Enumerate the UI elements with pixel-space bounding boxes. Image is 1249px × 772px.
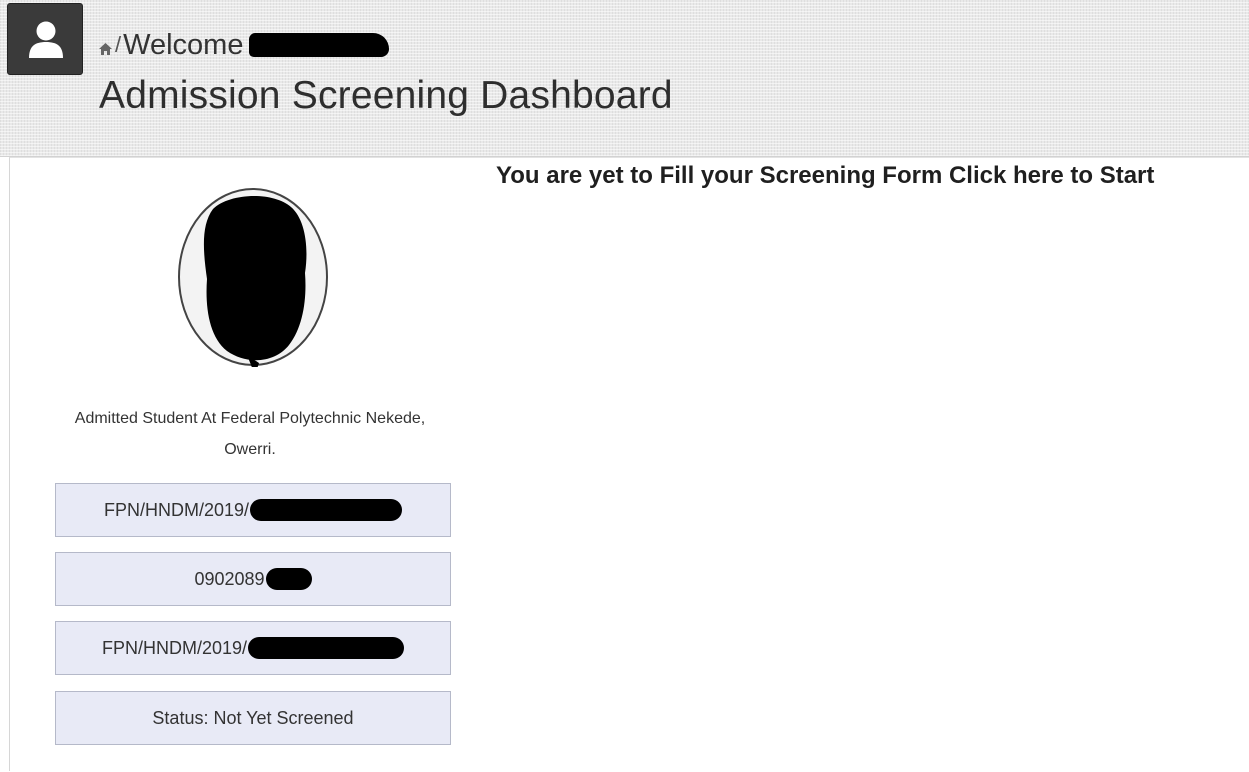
screening-status: Status: Not Yet Screened — [152, 707, 354, 728]
profile-photo — [178, 188, 328, 367]
page-header: / Welcome Admission Screening Dashboard — [0, 0, 1249, 157]
user-icon — [29, 21, 63, 58]
redacted-application-suffix — [248, 637, 405, 659]
phone-number-box: 0902089 — [55, 552, 451, 606]
screening-status-box: Status: Not Yet Screened — [55, 691, 451, 745]
application-number: FPN/HNDM/2019/ — [101, 637, 248, 658]
breadcrumb: / Welcome — [99, 26, 390, 64]
profile-column: Admitted Student At Federal Polytechnic … — [10, 158, 510, 772]
home-icon[interactable] — [99, 43, 112, 55]
application-number-box: FPN/HNDM/2019/ — [55, 621, 451, 675]
breadcrumb-separator: / — [115, 32, 122, 57]
redacted-phone-suffix — [265, 568, 312, 590]
page-title: Admission Screening Dashboard — [99, 74, 673, 117]
redacted-registration-suffix — [250, 499, 403, 521]
phone-number: 0902089 — [194, 568, 265, 589]
dashboard-panel: Admitted Student At Federal Polytechnic … — [9, 157, 1249, 771]
user-menu-button[interactable] — [7, 3, 83, 75]
start-screening-link[interactable]: You are yet to Fill your Screening Form … — [496, 162, 1154, 190]
registration-number: FPN/HNDM/2019/ — [103, 499, 250, 520]
admission-caption: Admitted Student At Federal Polytechnic … — [74, 410, 426, 458]
registration-number-box: FPN/HNDM/2019/ — [55, 483, 451, 537]
welcome-text: Welcome — [123, 28, 244, 61]
redacted-username — [249, 33, 390, 57]
